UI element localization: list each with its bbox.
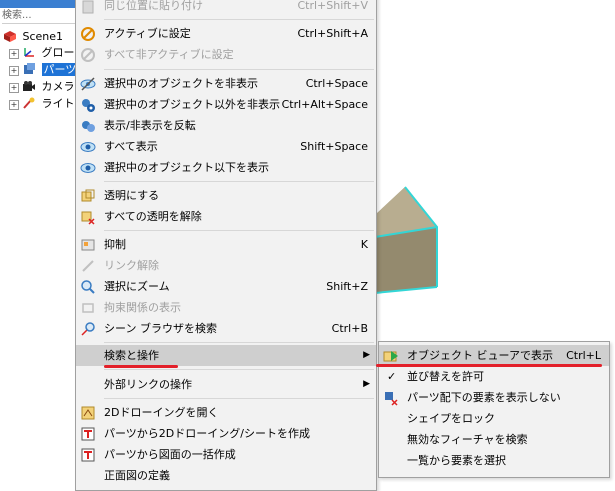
tree-header-bar	[0, 0, 82, 8]
menu-separator	[104, 342, 374, 343]
submenu-arrow-icon: ▶	[363, 379, 370, 389]
tree-search-input[interactable]: 検索...	[2, 9, 77, 24]
constraint-icon	[82, 303, 94, 313]
menu-item-set-all-inactive[interactable]: すべて非アクティブに設定	[76, 44, 376, 65]
menu-item-batch-create-drawings[interactable]: パーツから図面の一括作成	[76, 444, 376, 465]
light-icon	[23, 97, 35, 109]
activate-icon	[81, 27, 95, 41]
suppress-icon	[81, 239, 95, 251]
annotation-underline	[376, 364, 602, 367]
expand-icon[interactable]: +	[9, 66, 19, 76]
drawing-icon	[81, 406, 95, 420]
expand-icon[interactable]: +	[9, 49, 19, 59]
menu-item-hide-selected[interactable]: 選択中のオブジェクトを非表示 Ctrl+Space	[76, 73, 376, 94]
create-drawing-icon	[81, 427, 95, 441]
submenu-item-lock-shape[interactable]: シェイプをロック	[379, 408, 609, 429]
menu-separator	[104, 181, 374, 182]
menu-item-search-and-operate[interactable]: 検索と操作 ▶	[76, 345, 376, 366]
menu-item-make-transparent[interactable]: 透明にする	[76, 185, 376, 206]
menu-separator	[104, 398, 374, 399]
eye-icon	[80, 142, 96, 152]
submenu-arrow-icon: ▶	[363, 350, 370, 360]
zoom-icon	[81, 280, 95, 294]
scene-icon	[4, 31, 16, 42]
submenu-item-hide-children[interactable]: パーツ配下の要素を表示しない	[379, 387, 609, 408]
camera-icon	[23, 81, 35, 91]
scene-browser-search-icon	[81, 322, 95, 336]
tree-item-label: ライト	[41, 97, 75, 110]
paste-icon	[82, 0, 94, 14]
menu-separator	[104, 230, 374, 231]
tree-item-label: Scene1	[22, 30, 64, 43]
annotation-underline	[104, 365, 178, 368]
toggle-visibility-icon	[82, 121, 95, 132]
transparent-icon	[81, 189, 95, 202]
menu-item-unlink[interactable]: リンク解除	[76, 255, 376, 276]
menu-item-zoom-to-selection[interactable]: 選択にズーム Shift+Z	[76, 276, 376, 297]
3d-box-model[interactable]	[375, 185, 445, 295]
submenu-item-find-invalid-features[interactable]: 無効なフィーチャを検索	[379, 429, 609, 450]
hide-others-icon	[82, 99, 95, 112]
object-viewer-icon	[383, 351, 398, 362]
hide-children-icon	[385, 392, 398, 406]
menu-item-create-2d-drawing[interactable]: パーツから2Dドローイング/シートを作成	[76, 423, 376, 444]
menu-separator	[104, 19, 374, 20]
search-operate-submenu: オブジェクト ビューアで表示 Ctrl+L ✓ 並び替えを許可 パーツ配下の要素を…	[378, 341, 610, 478]
eye-icon	[80, 163, 96, 173]
menu-separator	[104, 69, 374, 70]
menu-item-external-links[interactable]: 外部リンクの操作 ▶	[76, 374, 376, 395]
tree-item-light[interactable]: ライト	[22, 96, 75, 112]
tree-item-camera[interactable]: カメラ	[22, 79, 75, 95]
scene-tree-panel: 検索... Scene1 + グローバ + パーツ1 + カメラ + ライト	[0, 0, 85, 483]
parts-icon	[24, 63, 35, 74]
menu-item-hide-others[interactable]: 選択中のオブジェクト以外を非表示 Ctrl+Alt+Space	[76, 94, 376, 115]
clear-transparent-icon	[81, 211, 95, 225]
submenu-item-object-viewer[interactable]: オブジェクト ビューアで表示 Ctrl+L	[379, 345, 609, 366]
expand-icon[interactable]: +	[9, 100, 19, 110]
tree-item-label: カメラ	[41, 80, 75, 93]
batch-drawing-icon	[81, 448, 95, 462]
tree-item-scene[interactable]: Scene1	[3, 29, 63, 45]
unlink-icon	[82, 260, 94, 272]
menu-item-suppress[interactable]: 抑制 K	[76, 234, 376, 255]
menu-separator	[104, 369, 374, 370]
context-menu: 同じ位置に貼り付け Ctrl+Shift+V アクティブに設定 Ctrl+Shift…	[75, 0, 377, 491]
menu-item-show-below-selected[interactable]: 選択中のオブジェクト以下を表示	[76, 157, 376, 178]
menu-item-search-scene-browser[interactable]: シーン ブラウザを検索 Ctrl+B	[76, 318, 376, 339]
expand-icon[interactable]: +	[9, 83, 19, 93]
menu-item-show-constraints[interactable]: 拘束関係の表示	[76, 297, 376, 318]
menu-item-clear-transparency[interactable]: すべての透明を解除	[76, 206, 376, 227]
menu-item-paste-in-place[interactable]: 同じ位置に貼り付け Ctrl+Shift+V	[76, 0, 376, 17]
menu-item-set-active[interactable]: アクティブに設定 Ctrl+Shift+A	[76, 23, 376, 44]
menu-item-toggle-visibility[interactable]: 表示/非表示を反転	[76, 115, 376, 136]
submenu-item-allow-reorder[interactable]: ✓ 並び替えを許可	[379, 366, 609, 387]
menu-item-open-2d-drawing[interactable]: 2Dドローイングを開く	[76, 402, 376, 423]
eye-hidden-icon	[80, 77, 96, 91]
check-icon: ✓	[387, 370, 397, 383]
menu-item-show-all[interactable]: すべて表示 Shift+Space	[76, 136, 376, 157]
submenu-item-select-from-list[interactable]: 一覧から要素を選択	[379, 450, 609, 471]
axis-icon	[24, 48, 34, 57]
deactivate-icon	[81, 48, 95, 62]
